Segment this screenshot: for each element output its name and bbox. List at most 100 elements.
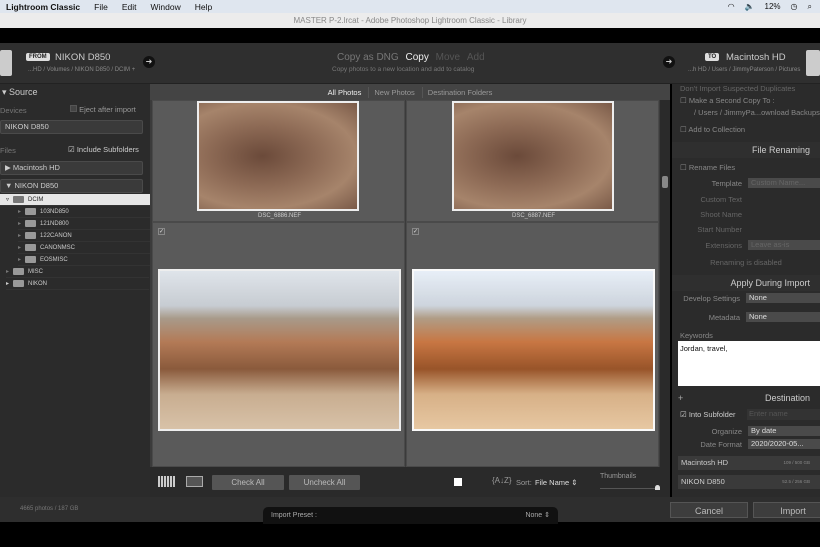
mode-copy-dng[interactable]: Copy as DNG [337,52,399,63]
app-menu[interactable]: Lightroom Classic [6,2,80,12]
volume-icon[interactable]: 🔈 [745,2,755,12]
volume-nikon-d850[interactable]: ▼ NIKON D850 [0,179,143,193]
sort-dropdown[interactable]: File Name ⇕ [535,478,578,487]
import-preset-select[interactable]: None ⇕ [525,507,550,524]
file-renaming-header[interactable]: File Renaming [672,142,820,158]
eject-after-import-checkbox[interactable]: Eject after import [70,105,136,114]
keywords-label: Keywords [680,331,713,340]
battery-status[interactable]: 12% [765,2,781,12]
folder-eosmisc[interactable]: ▸ EOSMISC [18,254,161,266]
mode-add[interactable]: Add [467,52,485,63]
rename-files-checkbox[interactable]: ☐ Rename Files [680,163,735,172]
subfolder-name-input[interactable]: Enter name [747,409,820,420]
photo-filename: DSC_6886.NEF [257,213,302,219]
sort-label: Sort: [516,478,532,487]
organize-label: Organize [711,427,742,436]
source-header[interactable]: ▾ Source [0,87,150,98]
tab-all-photos[interactable]: All Photos [323,87,367,98]
background-color-swatch[interactable] [454,478,462,486]
top-panel-toggle[interactable] [0,28,820,43]
thumbnails-label: Thumbnails [600,473,637,480]
develop-settings-select[interactable]: None [746,293,820,303]
destination-header[interactable]: Destination [672,390,820,406]
template-select[interactable]: Custom Name... [748,178,820,188]
photo-thumbnail[interactable] [197,101,359,211]
second-copy-checkbox[interactable]: ☐ Make a Second Copy To : [680,96,775,105]
grid-view-icon[interactable] [158,476,175,487]
volume-macintosh-hd[interactable]: ▶ Macintosh HD [0,161,143,175]
include-subfolders-checkbox[interactable]: ☑ Include Subfolders [68,145,139,154]
menu-help[interactable]: Help [195,2,212,12]
device-nikon-d850[interactable]: NIKON D850 [0,120,143,134]
tab-destination-folders[interactable]: Destination Folders [421,86,498,98]
grid-tabs: All Photos New Photos Destination Folder… [150,84,670,100]
photo-cell[interactable]: DSC_6887.NEF [406,100,659,222]
menu-window[interactable]: Window [151,2,181,12]
arrow-right-icon[interactable]: ➜ [663,56,675,68]
photo-grid-area: All Photos New Photos Destination Folder… [150,84,670,497]
cancel-button[interactable]: Cancel [670,502,748,518]
hard-drive-icon [806,50,820,76]
uncheck-all-button[interactable]: Uncheck All [289,475,360,490]
keywords-input[interactable]: Jordan, travel, [678,341,820,386]
from-source-dropdown[interactable]: NIKON D850 [55,52,110,63]
start-number-label: Start Number [697,225,742,234]
from-tag: FROM [26,53,50,61]
apply-during-import-header[interactable]: Apply During Import [672,275,820,291]
date-format-select[interactable]: 2020/2020-05... [748,439,820,449]
wifi-icon[interactable]: ◠ [728,2,735,12]
camera-device-icon [0,50,12,76]
menu-file[interactable]: File [94,2,108,12]
extensions-select[interactable]: Leave as-is [748,240,820,250]
photo-cell[interactable]: DSC_6886.NEF [152,100,405,222]
volume-nikon-d850[interactable]: NIKON D850 52.5 / 256 GB [678,475,820,489]
photo-thumbnail[interactable] [158,269,401,431]
mode-move[interactable]: Move [436,52,460,63]
photo-cell[interactable]: ✓ [406,222,659,467]
sort-az-icon[interactable]: {A↓Z} [492,476,512,485]
develop-settings-label: Develop Settings [683,294,740,303]
metadata-select[interactable]: None [746,312,820,322]
folder-misc[interactable]: ▸ MISC [6,266,149,278]
grid-toolbar: Check All Uncheck All {A↓Z} Sort: File N… [150,467,670,497]
tab-new-photos[interactable]: New Photos [368,86,419,98]
check-all-button[interactable]: Check All [212,475,284,490]
shoot-name-label: Shoot Name [700,210,742,219]
photo-checkbox[interactable]: ✓ [412,228,419,235]
photo-count: 4665 photos / 187 GB [20,506,79,512]
to-path: ...h HD / Users / JimmyPaterson / Pictur… [688,67,801,73]
metadata-label: Metadata [708,313,740,322]
folder-nikon[interactable]: ▸ NIKON [6,278,149,290]
folder-canonmsc[interactable]: ▸ CANONMSC [18,242,161,254]
photo-thumbnail[interactable] [412,269,655,431]
import-header: FROM NIKON D850 ...HD / Volumes / NIKON … [0,43,820,84]
folder-dcim[interactable]: ▿ DCIM [0,194,150,206]
import-button[interactable]: Import [753,502,820,518]
template-label: Template [711,179,742,188]
folder-122canon[interactable]: ▸ 122CANON [18,230,161,242]
photo-checkbox[interactable]: ✓ [158,228,165,235]
loupe-view-icon[interactable] [186,476,203,487]
grid-scrollbar[interactable] [660,100,670,467]
add-to-collection-checkbox[interactable]: ☐ Add to Collection [680,125,745,134]
organize-select[interactable]: By date [748,426,820,436]
photo-thumbnail[interactable] [452,101,614,211]
date-format-label: Date Format [700,440,742,449]
clock-icon[interactable]: ◷ [791,2,798,12]
dont-import-duplicates-checkbox[interactable]: Don't Import Suspected Duplicates [680,84,795,93]
into-subfolder-checkbox[interactable]: ☑ Into Subfolder [680,410,736,419]
to-tag: TO [705,53,720,61]
to-destination-dropdown[interactable]: Macintosh HD [726,52,786,63]
mode-copy[interactable]: Copy [405,52,428,63]
arrow-right-icon[interactable]: ➜ [143,56,155,68]
source-title: Source [9,87,38,97]
import-preset-bar[interactable]: Import Preset : None ⇕ [263,507,558,524]
photo-cell[interactable]: ✓ [152,222,405,467]
folder-121nd800[interactable]: ▸ 121ND800 [18,218,161,230]
folder-103nd850[interactable]: ▸ 103ND850 [18,206,161,218]
menu-edit[interactable]: Edit [122,2,137,12]
volume-macintosh-hd[interactable]: Macintosh HD 109 / 500 GB [678,456,820,470]
search-icon[interactable]: ⌕ [808,2,812,12]
thumbnail-size-slider[interactable] [600,485,660,490]
second-copy-path[interactable]: / Users / JimmyPa...ownload Backups [694,108,820,117]
